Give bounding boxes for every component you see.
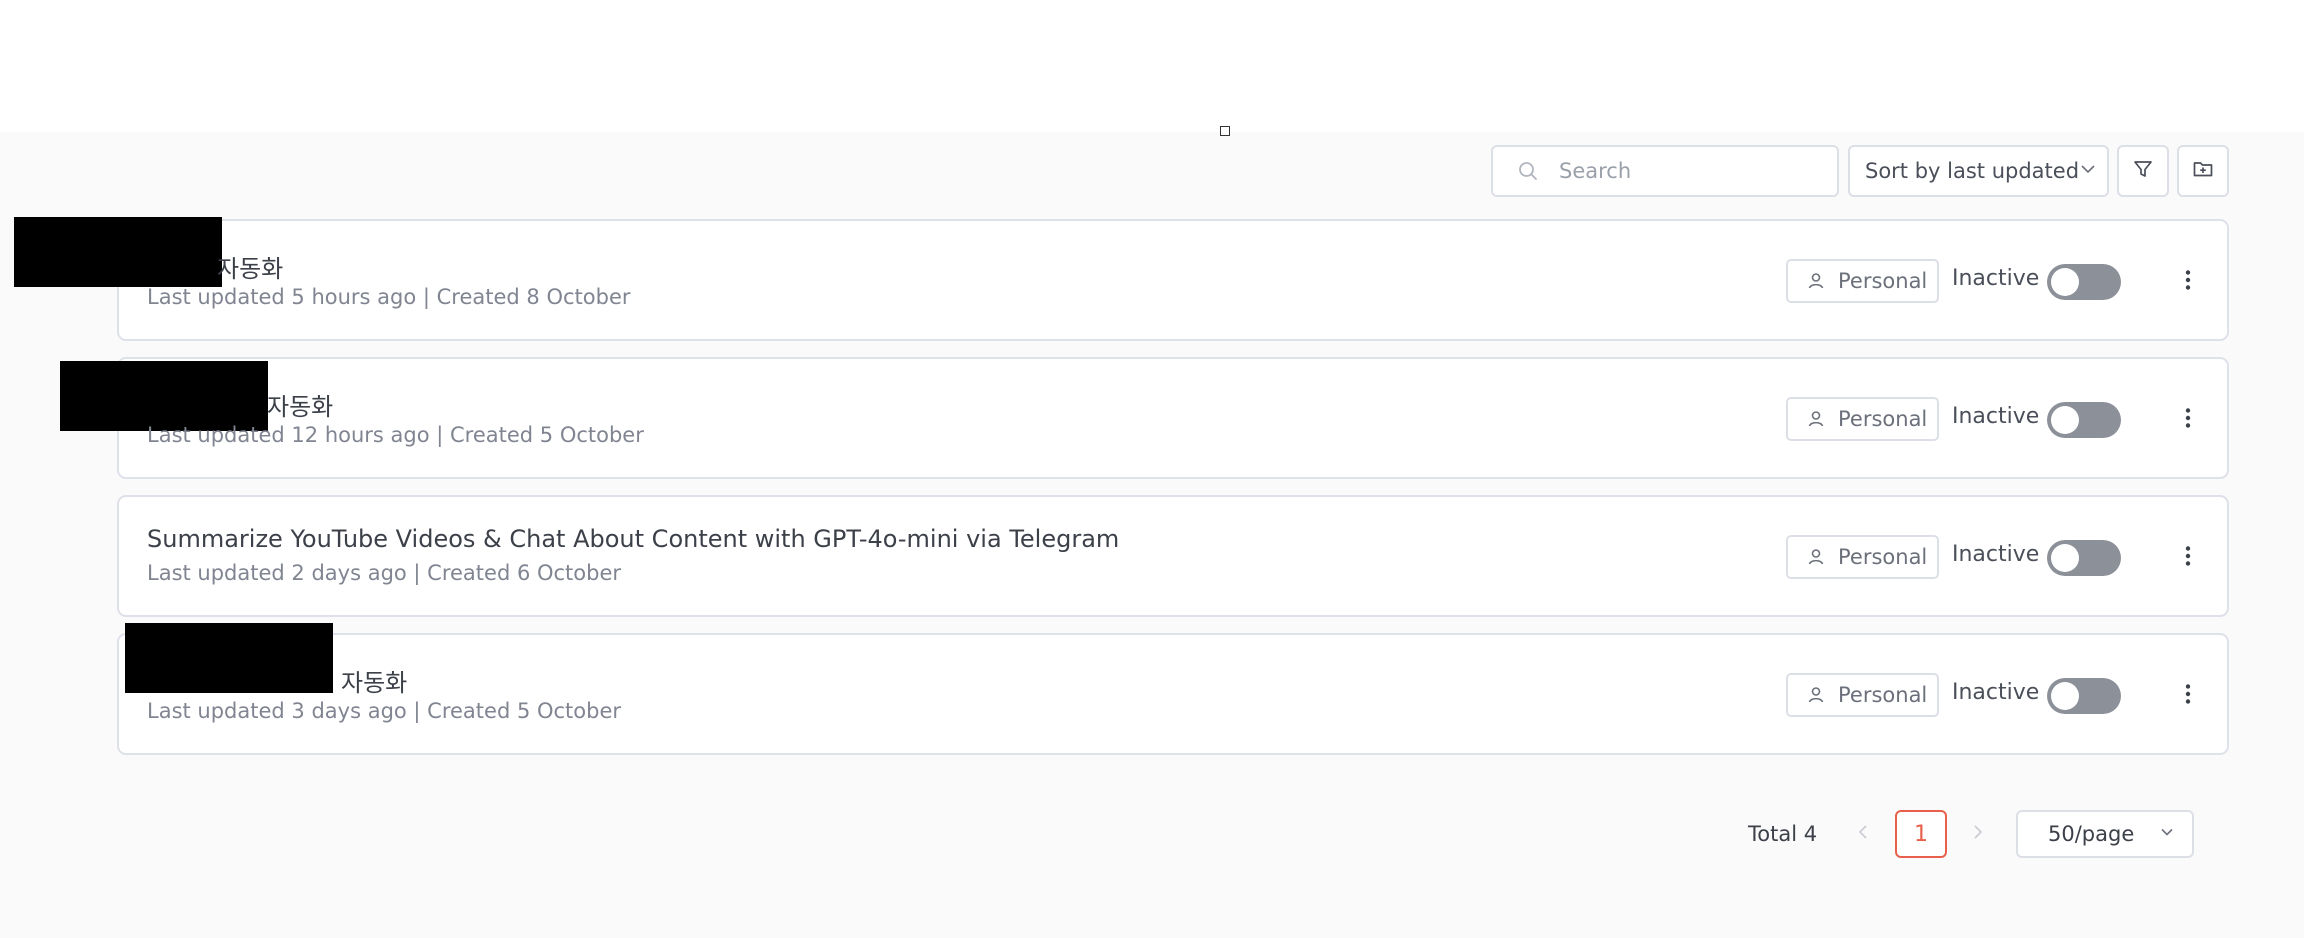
next-page-button[interactable] <box>1964 818 1992 850</box>
chevron-down-icon <box>2158 823 2176 845</box>
filter-button[interactable] <box>2117 145 2169 197</box>
workflow-title[interactable]: 자동화 <box>267 387 333 422</box>
marker-square <box>1220 126 1230 136</box>
active-toggle[interactable] <box>2047 402 2121 438</box>
more-options-button[interactable] <box>2171 403 2205 437</box>
search-icon <box>1517 160 1539 182</box>
workflow-card[interactable]: 자동화 Last updated 5 hours ago | Created 8… <box>14 217 2229 341</box>
workflow-card[interactable]: 자동화 Last updated 3 days ago | Created 5 … <box>117 623 2229 755</box>
search-box[interactable] <box>1491 145 1839 197</box>
more-vertical-icon <box>2184 545 2192 571</box>
more-options-button[interactable] <box>2171 265 2205 299</box>
ownership-badge: Personal <box>1786 397 1939 441</box>
workflow-meta: Last updated 12 hours ago | Created 5 Oc… <box>147 423 644 447</box>
user-icon <box>1806 547 1826 567</box>
ownership-badge: Personal <box>1786 535 1939 579</box>
chevron-left-icon <box>1857 823 1869 845</box>
workflow-title[interactable]: Summarize YouTube Videos & Chat About Co… <box>147 525 1119 553</box>
more-vertical-icon <box>2184 269 2192 295</box>
status-label: Inactive <box>1952 266 2040 291</box>
toggle-knob <box>2051 682 2079 710</box>
more-vertical-icon <box>2184 407 2192 433</box>
user-icon <box>1806 271 1826 291</box>
chevron-down-icon <box>2079 160 2097 182</box>
redaction-block <box>60 361 268 431</box>
status-label: Inactive <box>1952 404 2040 429</box>
page-size-label: 50/page <box>2048 822 2135 846</box>
pagination-total: Total 4 <box>1748 822 1818 846</box>
active-toggle[interactable] <box>2047 264 2121 300</box>
toggle-knob <box>2051 268 2079 296</box>
more-options-button[interactable] <box>2171 541 2205 575</box>
sort-select[interactable]: Sort by last updated <box>1848 145 2109 197</box>
chevron-right-icon <box>1972 823 1984 845</box>
sort-label: Sort by last updated <box>1865 159 2080 183</box>
redaction-block <box>125 623 333 693</box>
workflow-card[interactable]: 자동화 Last updated 12 hours ago | Created … <box>60 357 2229 479</box>
page-size-select[interactable]: 50/page <box>2016 810 2194 858</box>
search-input[interactable] <box>1557 158 1821 184</box>
user-icon <box>1806 685 1826 705</box>
folder-plus-icon <box>2192 158 2214 184</box>
ownership-badge: Personal <box>1786 673 1939 717</box>
user-icon <box>1806 409 1826 429</box>
badge-label: Personal <box>1838 545 1928 569</box>
active-toggle[interactable] <box>2047 678 2121 714</box>
more-vertical-icon <box>2184 683 2192 709</box>
badge-label: Personal <box>1838 407 1928 431</box>
toggle-knob <box>2051 406 2079 434</box>
ownership-badge: Personal <box>1786 259 1939 303</box>
workflow-title[interactable]: 자동화 <box>217 249 283 284</box>
prev-page-button[interactable] <box>1849 818 1877 850</box>
redaction-block <box>14 217 222 287</box>
page-number-current[interactable]: 1 <box>1895 810 1947 858</box>
workflow-card[interactable]: Summarize YouTube Videos & Chat About Co… <box>117 495 2229 617</box>
active-toggle[interactable] <box>2047 540 2121 576</box>
workflow-meta: Last updated 5 hours ago | Created 8 Oct… <box>147 285 631 309</box>
status-label: Inactive <box>1952 542 2040 567</box>
workflow-meta: Last updated 2 days ago | Created 6 Octo… <box>147 561 622 585</box>
more-options-button[interactable] <box>2171 679 2205 713</box>
badge-label: Personal <box>1838 269 1928 293</box>
workflow-meta: Last updated 3 days ago | Created 5 Octo… <box>147 699 622 723</box>
add-folder-button[interactable] <box>2177 145 2229 197</box>
filter-icon <box>2132 158 2154 184</box>
toggle-knob <box>2051 544 2079 572</box>
workflow-title[interactable]: 자동화 <box>341 663 407 698</box>
status-label: Inactive <box>1952 680 2040 705</box>
badge-label: Personal <box>1838 683 1928 707</box>
